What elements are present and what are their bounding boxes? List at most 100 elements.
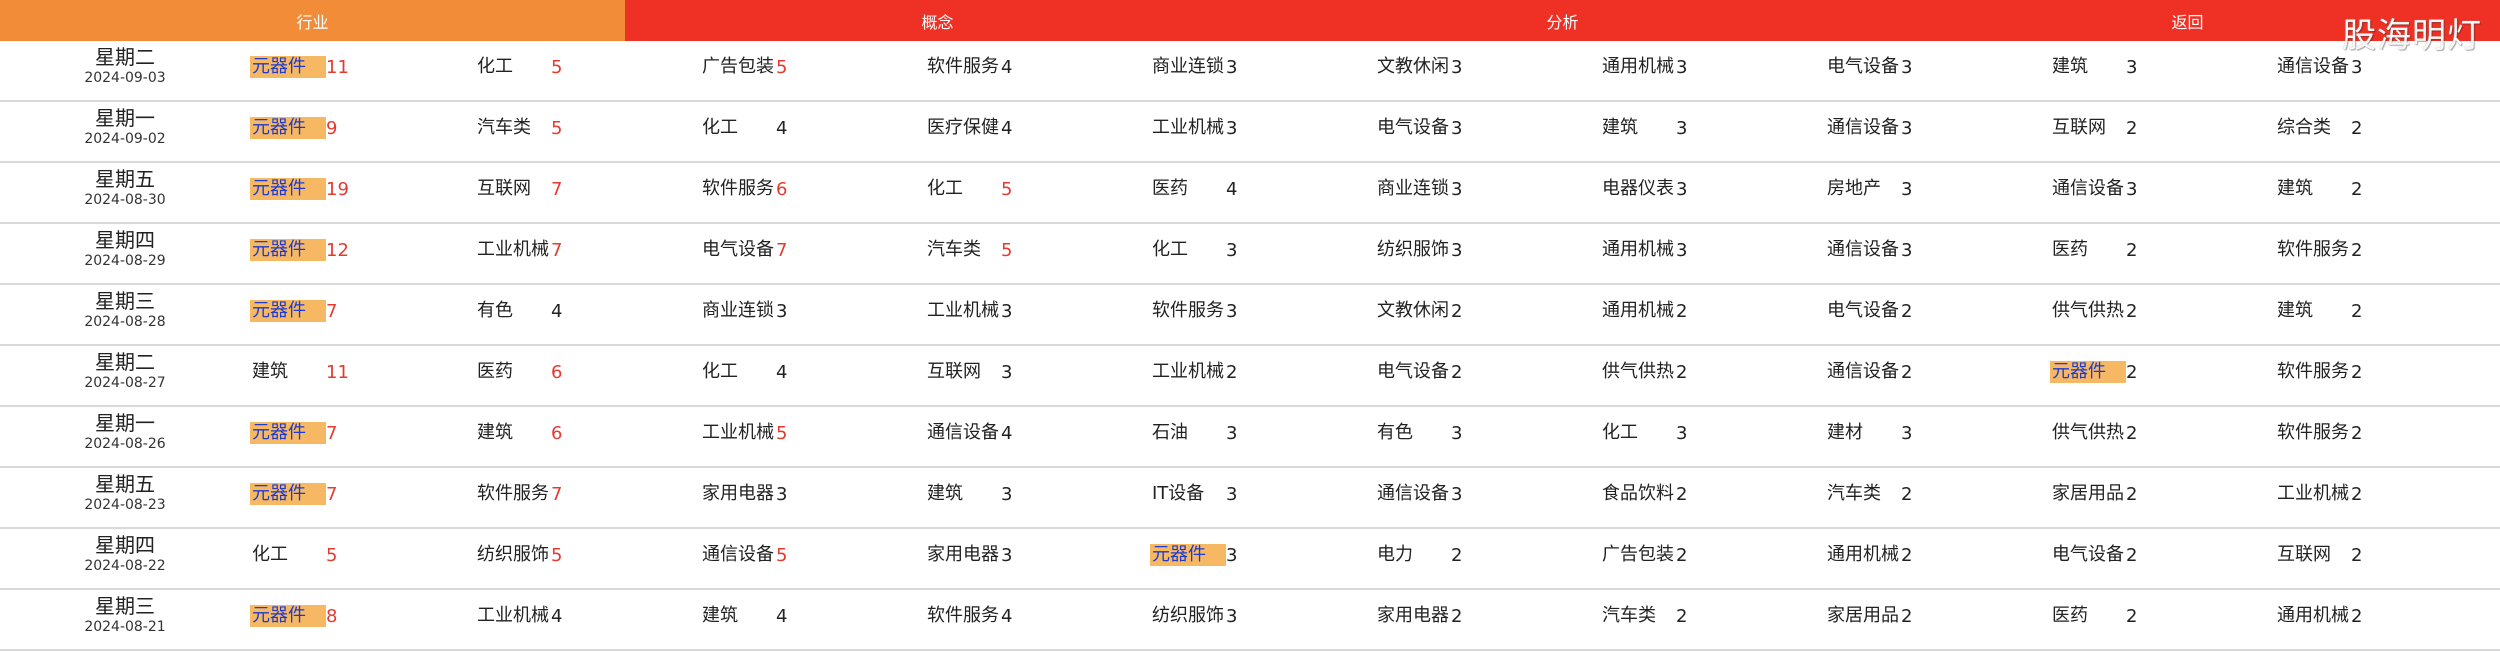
industry-cell[interactable]: 元器件 2	[2050, 361, 2275, 383]
industry-cell[interactable]: 化工 5	[925, 178, 1150, 200]
industry-cell[interactable]: 电气设备 2	[2050, 544, 2275, 566]
industry-cell[interactable]: 化工 5	[250, 544, 475, 566]
industry-cell[interactable]: 软件服务 3	[1150, 300, 1375, 322]
industry-cell[interactable]: 有色 4	[475, 300, 700, 322]
industry-cell[interactable]: 工业机械 5	[700, 422, 925, 444]
industry-cell[interactable]: 电气设备 7	[700, 239, 925, 261]
industry-cell[interactable]: 综合类 2	[2275, 117, 2500, 139]
industry-cell[interactable]: 电气设备 2	[1375, 361, 1600, 383]
industry-cell[interactable]: 电气设备 2	[1825, 300, 2050, 322]
industry-cell[interactable]: 建筑 4	[700, 605, 925, 627]
industry-cell[interactable]: 软件服务 2	[2275, 361, 2500, 383]
industry-cell[interactable]: 文教休闲 3	[1375, 56, 1600, 78]
industry-cell[interactable]: 通信设备 3	[2275, 56, 2500, 78]
industry-cell[interactable]: 元器件 7	[250, 422, 475, 444]
industry-cell[interactable]: 化工 4	[700, 361, 925, 383]
industry-cell[interactable]: 工业机械 7	[475, 239, 700, 261]
industry-cell[interactable]: 化工 5	[475, 56, 700, 78]
industry-cell[interactable]: 软件服务 7	[475, 483, 700, 505]
industry-cell[interactable]: 房地产 3	[1825, 178, 2050, 200]
industry-cell[interactable]: 食品饮料 2	[1600, 483, 1825, 505]
industry-cell[interactable]: 医药 4	[1150, 178, 1375, 200]
industry-cell[interactable]: 软件服务 2	[2275, 422, 2500, 444]
industry-cell[interactable]: 家用电器 3	[700, 483, 925, 505]
industry-cell[interactable]: 通信设备 3	[2050, 178, 2275, 200]
industry-cell[interactable]: 纺织服饰 5	[475, 544, 700, 566]
industry-cell[interactable]: 通信设备 2	[1825, 361, 2050, 383]
industry-cell[interactable]: 纺织服饰 3	[1375, 239, 1600, 261]
industry-cell[interactable]: 通用机械 2	[1600, 300, 1825, 322]
industry-cell[interactable]: 互联网 2	[2050, 117, 2275, 139]
industry-cell[interactable]: 广告包装 5	[700, 56, 925, 78]
industry-cell[interactable]: 互联网 7	[475, 178, 700, 200]
industry-cell[interactable]: 工业机械 3	[925, 300, 1150, 322]
industry-cell[interactable]: 供气供热 2	[1600, 361, 1825, 383]
industry-cell[interactable]: IT设备 3	[1150, 483, 1375, 505]
industry-cell[interactable]: 通用机械 2	[2275, 605, 2500, 627]
industry-cell[interactable]: 工业机械 2	[1150, 361, 1375, 383]
industry-cell[interactable]: 建筑 3	[1600, 117, 1825, 139]
industry-cell[interactable]: 化工 3	[1150, 239, 1375, 261]
industry-cell[interactable]: 元器件 7	[250, 483, 475, 505]
industry-cell[interactable]: 元器件 7	[250, 300, 475, 322]
industry-cell[interactable]: 电器仪表 3	[1600, 178, 1825, 200]
industry-cell[interactable]: 互联网 2	[2275, 544, 2500, 566]
industry-cell[interactable]: 化工 3	[1600, 422, 1825, 444]
industry-cell[interactable]: 化工 4	[700, 117, 925, 139]
industry-cell[interactable]: 电力 2	[1375, 544, 1600, 566]
industry-cell[interactable]: 汽车类 5	[925, 239, 1150, 261]
industry-cell[interactable]: 工业机械 4	[475, 605, 700, 627]
industry-cell[interactable]: 家居用品 2	[2050, 483, 2275, 505]
industry-cell[interactable]: 通信设备 3	[1825, 239, 2050, 261]
industry-cell[interactable]: 家居用品 2	[1825, 605, 2050, 627]
industry-cell[interactable]: 建筑 6	[475, 422, 700, 444]
industry-cell[interactable]: 通信设备 3	[1375, 483, 1600, 505]
industry-cell[interactable]: 建筑 2	[2275, 300, 2500, 322]
industry-cell[interactable]: 互联网 3	[925, 361, 1150, 383]
industry-cell[interactable]: 通信设备 5	[700, 544, 925, 566]
industry-cell[interactable]: 医药 2	[2050, 239, 2275, 261]
industry-cell[interactable]: 商业连锁 3	[700, 300, 925, 322]
industry-cell[interactable]: 文教休闲 2	[1375, 300, 1600, 322]
industry-cell[interactable]: 元器件 19	[250, 178, 475, 200]
industry-cell[interactable]: 建筑 2	[2275, 178, 2500, 200]
industry-cell[interactable]: 广告包装 2	[1600, 544, 1825, 566]
industry-cell[interactable]: 汽车类 2	[1600, 605, 1825, 627]
industry-cell[interactable]: 纺织服饰 3	[1150, 605, 1375, 627]
industry-cell[interactable]: 元器件 12	[250, 239, 475, 261]
industry-cell[interactable]: 家用电器 3	[925, 544, 1150, 566]
industry-cell[interactable]: 元器件 3	[1150, 544, 1375, 566]
industry-cell[interactable]: 电气设备 3	[1375, 117, 1600, 139]
industry-cell[interactable]: 软件服务 4	[925, 605, 1150, 627]
industry-cell[interactable]: 通用机械 3	[1600, 56, 1825, 78]
industry-cell[interactable]: 商业连锁 3	[1375, 178, 1600, 200]
industry-cell[interactable]: 建筑 11	[250, 361, 475, 383]
industry-cell[interactable]: 建筑 3	[2050, 56, 2275, 78]
industry-cell[interactable]: 建材 3	[1825, 422, 2050, 444]
industry-cell[interactable]: 通信设备 4	[925, 422, 1150, 444]
industry-cell[interactable]: 供气供热 2	[2050, 300, 2275, 322]
industry-cell[interactable]: 通用机械 3	[1600, 239, 1825, 261]
industry-cell[interactable]: 建筑 3	[925, 483, 1150, 505]
tab-industry[interactable]: 行业	[0, 0, 625, 41]
industry-cell[interactable]: 软件服务 4	[925, 56, 1150, 78]
industry-cell[interactable]: 石油 3	[1150, 422, 1375, 444]
industry-cell[interactable]: 医疗保健 4	[925, 117, 1150, 139]
industry-cell[interactable]: 家用电器 2	[1375, 605, 1600, 627]
industry-cell[interactable]: 通用机械 2	[1825, 544, 2050, 566]
industry-cell[interactable]: 电气设备 3	[1825, 56, 2050, 78]
tab-analysis[interactable]: 分析	[1250, 0, 1875, 41]
industry-cell[interactable]: 软件服务 2	[2275, 239, 2500, 261]
industry-cell[interactable]: 医药 2	[2050, 605, 2275, 627]
industry-cell[interactable]: 软件服务 6	[700, 178, 925, 200]
industry-cell[interactable]: 汽车类 5	[475, 117, 700, 139]
industry-cell[interactable]: 元器件 8	[250, 605, 475, 627]
industry-cell[interactable]: 工业机械 3	[1150, 117, 1375, 139]
industry-cell[interactable]: 元器件 11	[250, 56, 475, 78]
industry-cell[interactable]: 通信设备 3	[1825, 117, 2050, 139]
tab-concept[interactable]: 概念	[625, 0, 1250, 41]
industry-cell[interactable]: 医药 6	[475, 361, 700, 383]
industry-cell[interactable]: 汽车类 2	[1825, 483, 2050, 505]
industry-cell[interactable]: 工业机械 2	[2275, 483, 2500, 505]
industry-cell[interactable]: 商业连锁 3	[1150, 56, 1375, 78]
